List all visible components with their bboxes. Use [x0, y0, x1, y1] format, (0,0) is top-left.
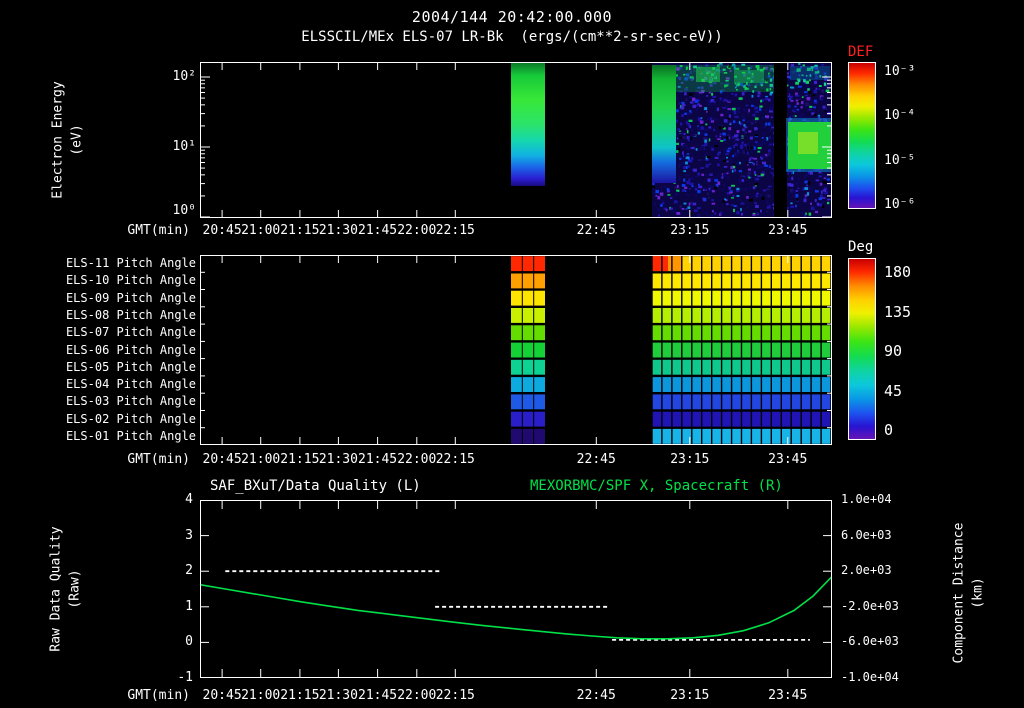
raw-quality-tick-label: 3	[185, 527, 193, 543]
deg-colorbar-tick: 135	[884, 302, 912, 321]
raw-quality-tick-label: 2	[185, 563, 193, 579]
pitch-angle-row-label: ELS-06 Pitch Angle	[65, 342, 196, 357]
component-distance-axis-line2: (km)	[970, 576, 986, 609]
deg-colorbar-title: Deg	[848, 239, 874, 255]
gmt-axis-label: GMT(min)	[127, 452, 190, 467]
pitch-angle-row-label: ELS-11 Pitch Angle	[65, 256, 196, 271]
spectrogram-data	[511, 63, 832, 218]
plot-page: 2004/144 20:42:00.000 ELSSCIL/MEx ELS-07…	[0, 0, 1024, 708]
distance-tick-label: 2.0e+03	[841, 563, 892, 578]
deg-colorbar-tick: 90	[884, 342, 903, 360]
energy-axis-label-line1: Electron Energy	[51, 81, 66, 199]
pitch-angle-panel	[200, 255, 832, 445]
def-colorbar-tick: 10⁻³	[884, 64, 916, 79]
gmt-axis-label: GMT(min)	[127, 223, 190, 238]
def-colorbar	[848, 62, 876, 209]
deg-colorbar-tick: 45	[884, 381, 903, 400]
spectrogram-panel	[200, 62, 832, 218]
pitch-angle-row-label: ELS-05 Pitch Angle	[65, 359, 196, 374]
x-tick-label: 23:45	[768, 223, 808, 238]
def-colorbar-tick: 10⁻⁶	[884, 197, 916, 212]
x-tick-label: 23:15	[670, 688, 710, 703]
deg-colorbar-tick: 180	[884, 263, 912, 281]
energy-tick-label: 10⁰	[172, 203, 196, 218]
distance-tick-label: 1.0e+04	[841, 492, 892, 506]
x-tick-label: 22:45	[576, 688, 616, 703]
pitch-angle-row-label: ELS-09 Pitch Angle	[65, 290, 196, 305]
component-distance-axis-label: Component Distance (km)	[946, 495, 990, 690]
x-tick-label: 22:45	[576, 452, 616, 467]
raw-quality-tick-label: -1	[177, 670, 193, 685]
pitch-angle-row-label: ELS-10 Pitch Angle	[65, 273, 196, 288]
page-subtitle: ELSSCIL/MEx ELS-07 LR-Bk (ergs/(cm**2-sr…	[301, 29, 723, 45]
distance-tick-label: 6.0e+03	[841, 527, 892, 542]
energy-tick-label: 10²	[172, 69, 196, 84]
raw-quality-axis-line1: Raw Data Quality	[49, 526, 65, 652]
line-plot-axes	[200, 500, 832, 678]
raw-quality-tick-label: 4	[185, 492, 193, 507]
line-plot-panel	[200, 500, 832, 678]
pitch-angle-row-label: ELS-02 Pitch Angle	[65, 411, 196, 426]
component-distance-axis-line1: Component Distance	[951, 522, 967, 663]
def-colorbar-tick: 10⁻⁴	[884, 108, 916, 123]
raw-quality-axis-line2: (Raw)	[68, 569, 84, 609]
distance-tick-label: -1.0e+04	[841, 670, 899, 684]
distance-tick-label: -6.0e+03	[841, 634, 899, 649]
def-colorbar-title: DEF	[848, 44, 874, 60]
pitch-angle-row-label: ELS-07 Pitch Angle	[65, 325, 196, 340]
x-tick-label: 23:15	[670, 452, 710, 467]
page-title: 2004/144 20:42:00.000	[411, 8, 613, 26]
energy-axis-label: Electron Energy (eV)	[46, 62, 90, 218]
x-tick-label: 23:15	[670, 223, 710, 238]
pitch-angle-row-label: ELS-01 Pitch Angle	[65, 428, 196, 443]
x-tick-label: 22:15	[435, 452, 475, 467]
raw-quality-axis-label: Raw Data Quality (Raw)	[44, 500, 88, 678]
gmt-axis-label: GMT(min)	[127, 688, 190, 703]
spacecraft-series-title: MEXORBMC/SPF X, Spacecraft (R)	[530, 478, 783, 494]
x-tick-label: 22:15	[435, 223, 475, 238]
quality-series-title: SAF_BXuT/Data Quality (L)	[210, 478, 421, 494]
x-tick-label: 22:15	[435, 688, 475, 703]
deg-colorbar-tick: 0	[884, 421, 894, 439]
pitch-angle-row-label: ELS-08 Pitch Angle	[65, 307, 196, 322]
def-colorbar-tick: 10⁻⁵	[884, 153, 916, 168]
raw-quality-tick-label: 0	[185, 634, 193, 650]
energy-tick-label: 10¹	[172, 139, 196, 154]
deg-colorbar	[848, 258, 876, 440]
pitch-angle-row-label: ELS-04 Pitch Angle	[65, 377, 196, 392]
x-tick-label: 23:45	[768, 688, 808, 703]
pitch-angle-row-label: ELS-03 Pitch Angle	[65, 394, 196, 409]
distance-tick-label: -2.0e+03	[841, 598, 899, 613]
pitch-angle-data	[511, 256, 831, 444]
x-tick-label: 22:45	[576, 223, 616, 238]
x-tick-label: 23:45	[768, 452, 808, 467]
raw-quality-tick-label: 1	[185, 598, 193, 614]
energy-axis-label-line2: (eV)	[70, 124, 85, 156]
